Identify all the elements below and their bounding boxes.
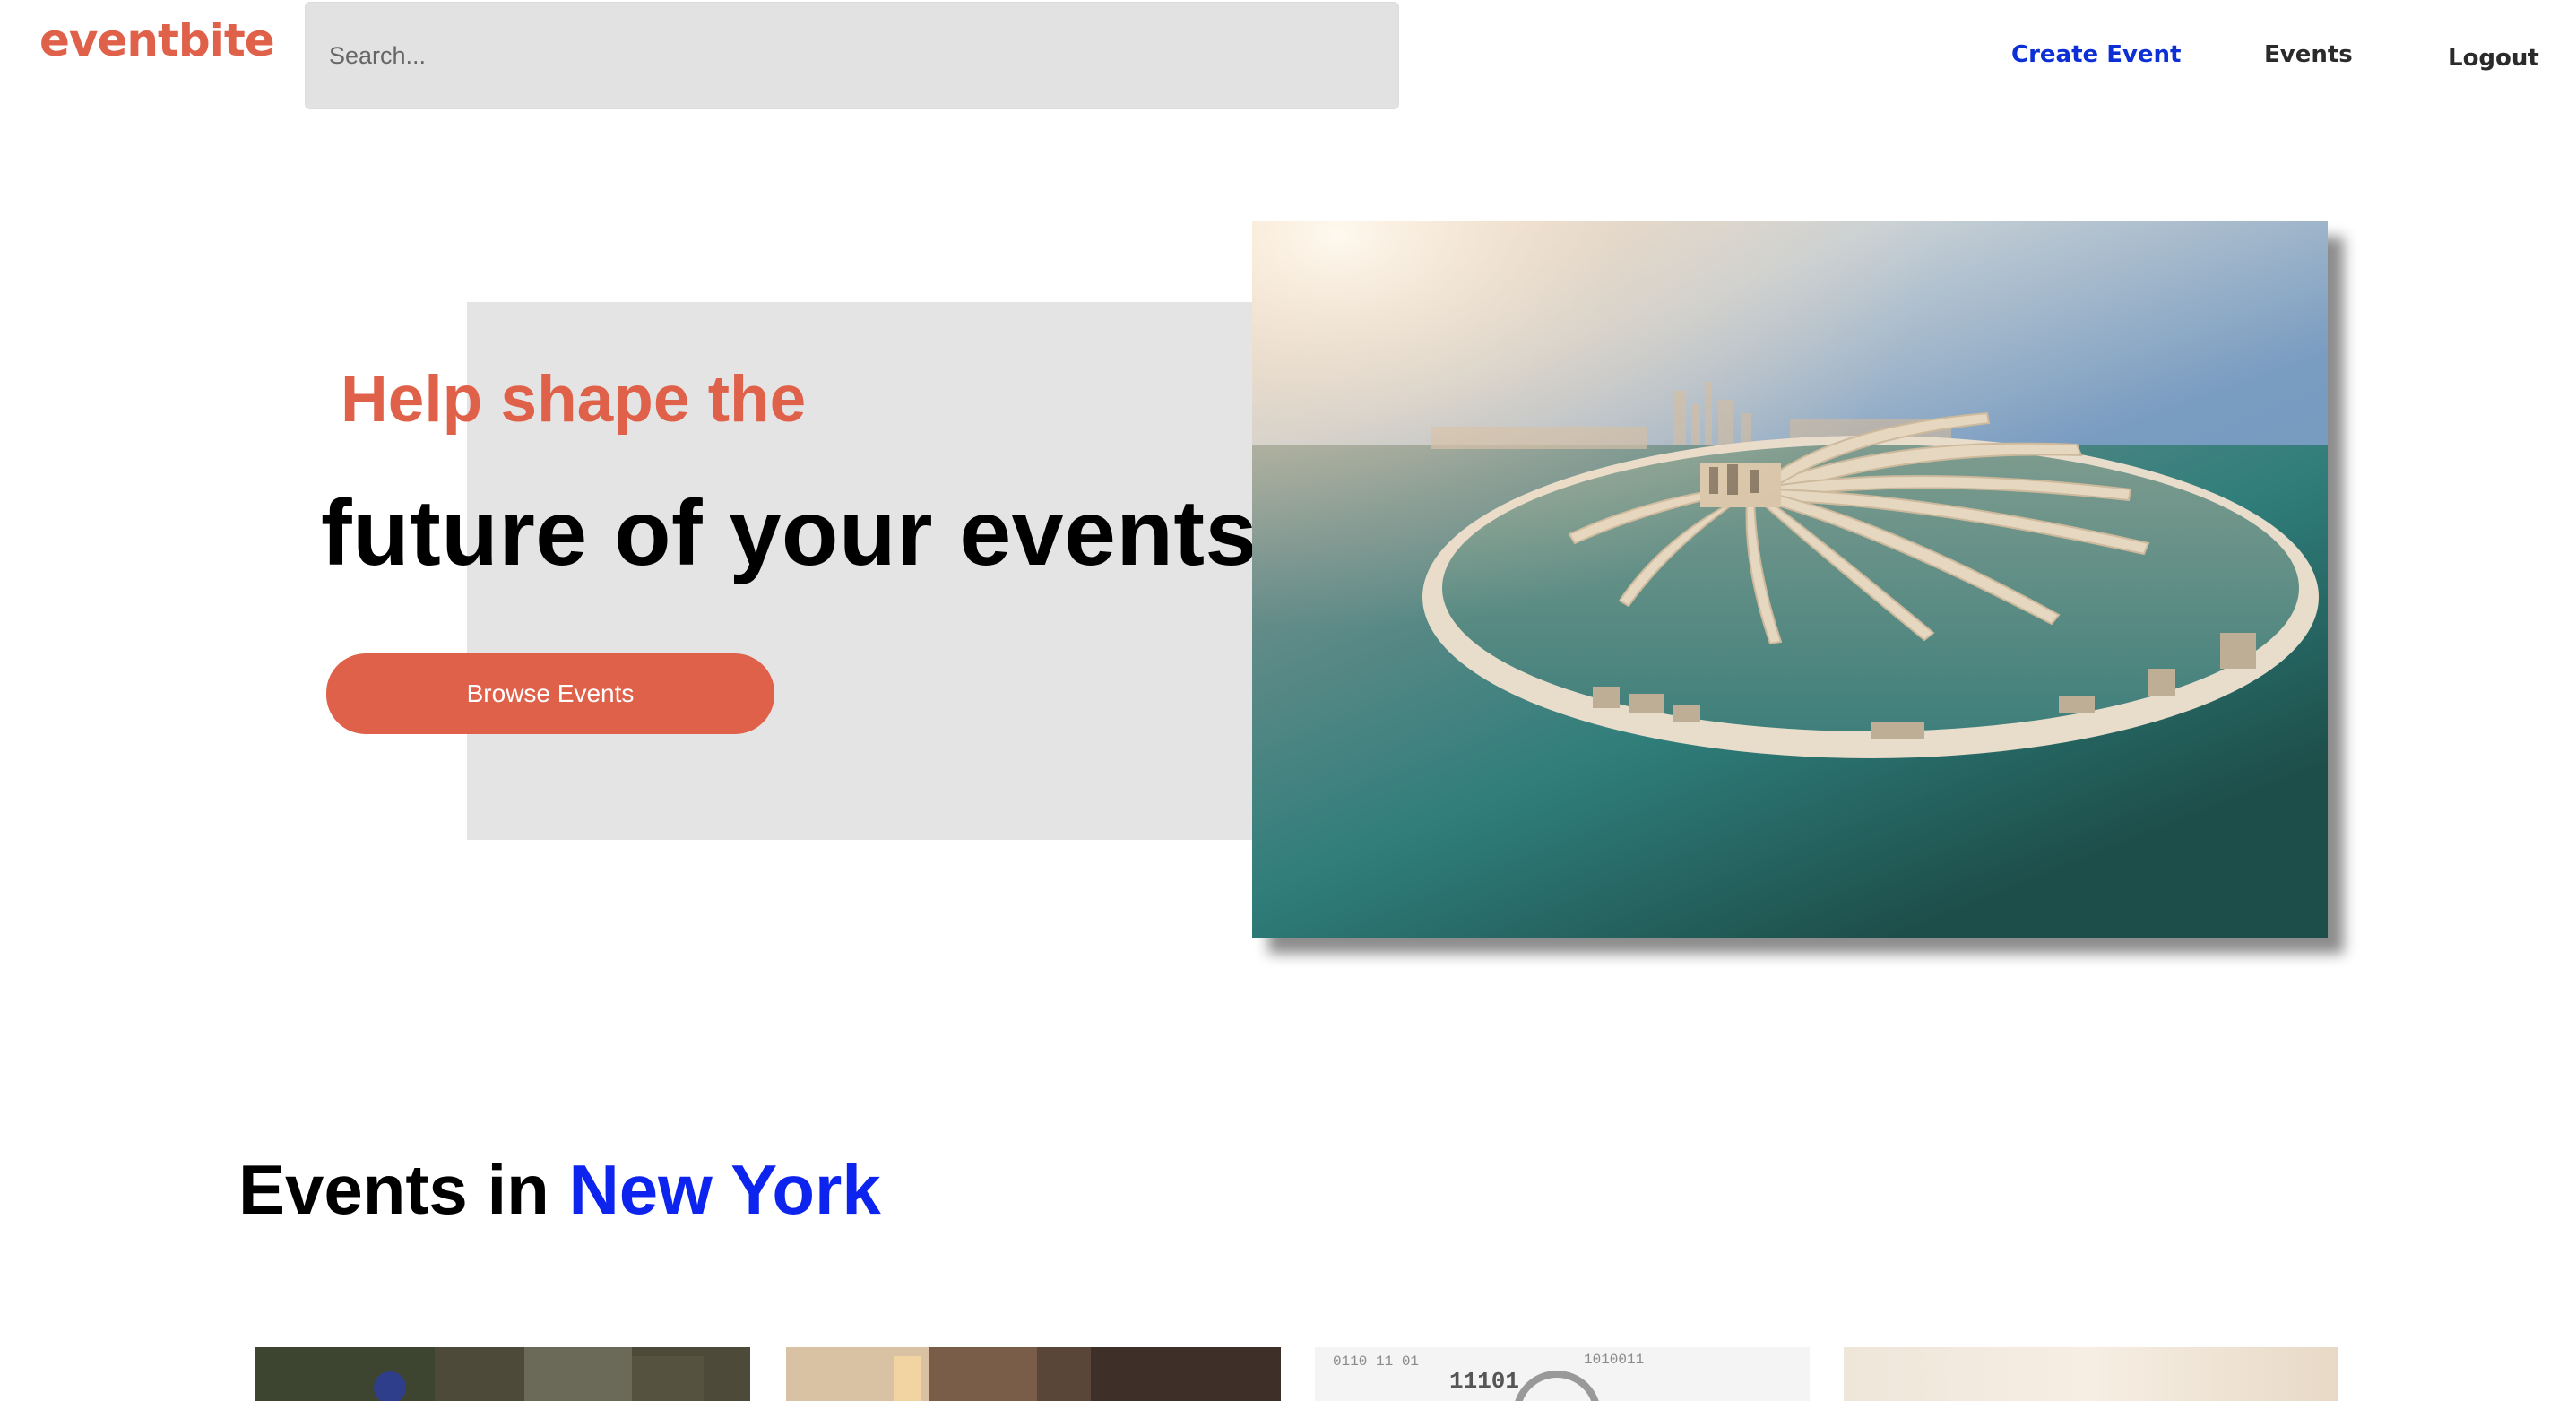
events-title-prefix: Events in bbox=[238, 1150, 549, 1229]
event-card[interactable]: 0110 11 01 1010011 11101 bbox=[1315, 1347, 1810, 1401]
event-card-image bbox=[786, 1347, 1281, 1401]
event-card[interactable] bbox=[1844, 1347, 2338, 1401]
events-link[interactable]: Events bbox=[2264, 41, 2353, 68]
create-event-link[interactable]: Create Event bbox=[2011, 41, 2181, 68]
logo[interactable]: eventbite bbox=[39, 14, 275, 66]
event-card-image bbox=[255, 1347, 750, 1401]
hero-image bbox=[1252, 221, 2328, 938]
event-card[interactable] bbox=[786, 1347, 1281, 1401]
browse-events-button[interactable]: Browse Events bbox=[326, 653, 774, 734]
palm-island-aerial-image bbox=[1252, 221, 2328, 938]
events-section-title: Events in New York bbox=[238, 1149, 881, 1231]
event-card-image bbox=[1844, 1347, 2338, 1401]
events-city-name: New York bbox=[568, 1150, 881, 1229]
hero-subtitle: Help shape the bbox=[341, 363, 807, 436]
svg-text:1010011: 1010011 bbox=[1584, 1352, 1644, 1368]
binary-overlay-text: 11101 bbox=[1449, 1368, 1519, 1395]
svg-text:0110 11 01: 0110 11 01 bbox=[1333, 1353, 1419, 1370]
logout-link[interactable]: Logout bbox=[2448, 45, 2539, 72]
event-card[interactable] bbox=[255, 1347, 750, 1401]
hero-title: future of your events bbox=[321, 481, 1258, 585]
event-card-image: 0110 11 01 1010011 11101 bbox=[1315, 1347, 1810, 1401]
search-bar[interactable] bbox=[305, 2, 1399, 109]
search-input[interactable] bbox=[306, 3, 1398, 108]
